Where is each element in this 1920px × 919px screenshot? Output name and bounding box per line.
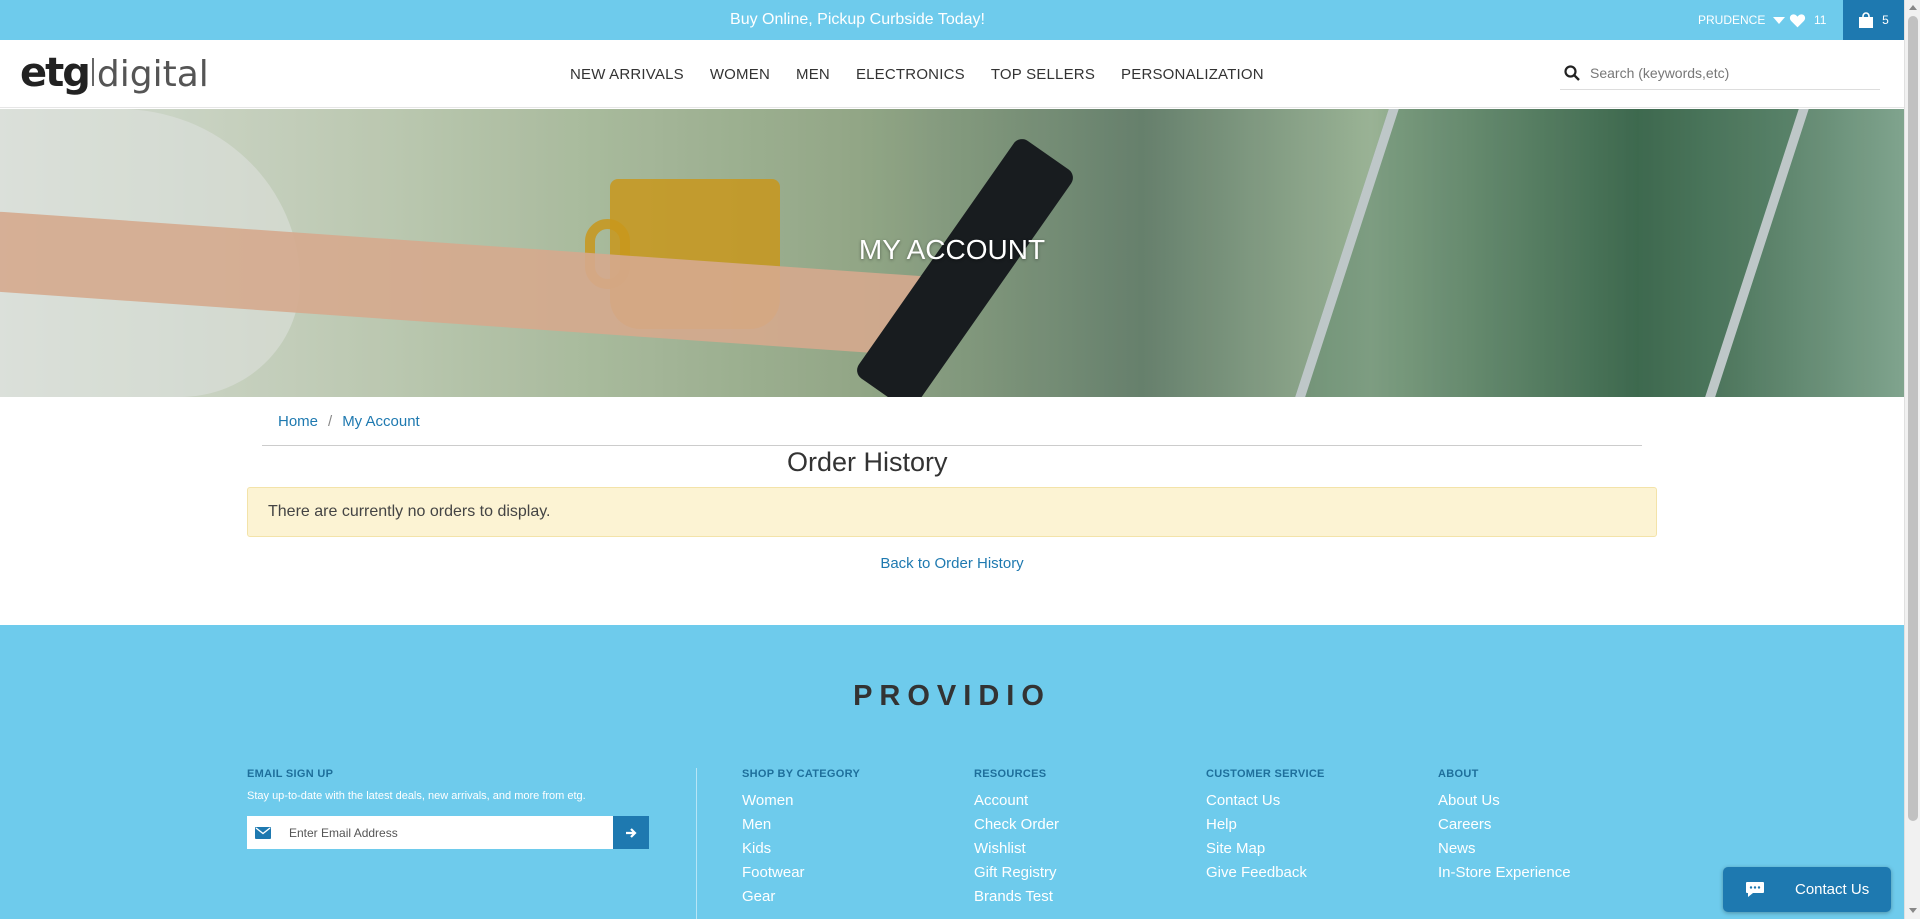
back-to-order-history-link[interactable]: Back to Order History [880, 555, 1023, 572]
footer-link-check-order[interactable]: Check Order [974, 813, 1059, 837]
footer-brand: PROVIDIO [853, 680, 1051, 712]
main-nav: NEW ARRIVALS WOMEN MEN ELECTRONICS TOP S… [570, 40, 1264, 108]
footer-link-footwear[interactable]: Footwear [742, 861, 860, 885]
nav-women[interactable]: WOMEN [710, 66, 770, 83]
back-link-wrap: Back to Order History [0, 555, 1904, 572]
arrow-right-icon [626, 827, 637, 838]
breadcrumb-separator: / [328, 412, 333, 430]
site-footer: PROVIDIO EMAIL SIGN UP Stay up-to-date w… [0, 625, 1904, 919]
footer-link-gift-registry[interactable]: Gift Registry [974, 861, 1059, 885]
email-input[interactable] [279, 816, 613, 849]
site-header: etg digital NEW ARRIVALS WOMEN MEN ELECT… [0, 40, 1904, 108]
email-signup-form [247, 816, 649, 849]
signup-text: Stay up-to-date with the latest deals, n… [247, 790, 586, 802]
cart-button[interactable]: 5 [1843, 0, 1904, 40]
footer-link-site-map[interactable]: Site Map [1206, 837, 1325, 861]
wishlist-count: 11 [1814, 13, 1827, 27]
footer-link-about-us[interactable]: About Us [1438, 789, 1571, 813]
nav-top-sellers[interactable]: TOP SELLERS [991, 66, 1095, 83]
footer-link-account[interactable]: Account [974, 789, 1059, 813]
footer-link-careers[interactable]: Careers [1438, 813, 1571, 837]
promo-bar: Buy Online, Pickup Curbside Today! PRUDE… [0, 0, 1904, 40]
search-input[interactable] [1590, 64, 1870, 81]
footer-link-help[interactable]: Help [1206, 813, 1325, 837]
footer-link-kids[interactable]: Kids [742, 837, 860, 861]
footer-link-brands-test[interactable]: Brands Test [974, 885, 1059, 909]
nav-electronics[interactable]: ELECTRONICS [856, 66, 965, 83]
envelope-icon [247, 816, 279, 849]
heart-icon [1789, 13, 1806, 27]
wishlist-link[interactable]: 11 [1789, 0, 1826, 40]
footer-link-contact-us[interactable]: Contact Us [1206, 789, 1325, 813]
scrollbar-thumb[interactable] [1908, 16, 1918, 821]
email-signup: EMAIL SIGN UP Stay up-to-date with the l… [247, 768, 697, 849]
search-box [1560, 56, 1880, 90]
breadcrumb-my-account[interactable]: My Account [342, 413, 420, 430]
alert-text: There are currently no orders to display… [268, 503, 551, 520]
chat-bubble-icon [1746, 882, 1764, 897]
nav-personalization[interactable]: PERSONALIZATION [1121, 66, 1264, 83]
footer-col-shop-by-category: SHOP BY CATEGORY Women Men Kids Footwear… [742, 768, 860, 909]
page-scrollbar[interactable] [1904, 0, 1920, 919]
footer-divider [696, 768, 697, 919]
logo-secondary: digital [96, 54, 209, 95]
site-logo[interactable]: etg digital [20, 50, 209, 96]
footer-col-customer-service: CUSTOMER SERVICE Contact Us Help Site Ma… [1206, 768, 1325, 885]
breadcrumb: Home / My Account [262, 397, 1642, 446]
footer-link-men[interactable]: Men [742, 813, 860, 837]
cart-count: 5 [1882, 13, 1889, 27]
footer-col-heading: SHOP BY CATEGORY [742, 768, 861, 780]
account-menu[interactable]: PRUDENCE [1698, 0, 1786, 40]
scroll-up-arrow-icon[interactable] [1909, 5, 1917, 10]
shopping-bag-icon [1859, 11, 1874, 28]
footer-link-women[interactable]: Women [742, 789, 860, 813]
nav-men[interactable]: MEN [796, 66, 830, 83]
footer-col-heading: ABOUT [1438, 768, 1479, 780]
footer-link-wishlist[interactable]: Wishlist [974, 837, 1059, 861]
footer-col-heading: CUSTOMER SERVICE [1206, 768, 1325, 780]
footer-link-in-store-experience[interactable]: In-Store Experience [1438, 861, 1571, 885]
footer-col-heading: RESOURCES [974, 768, 1047, 780]
footer-link-give-feedback[interactable]: Give Feedback [1206, 861, 1325, 885]
page-title: Order History [787, 447, 948, 477]
account-name: PRUDENCE [1698, 13, 1766, 27]
hero-banner: MY ACCOUNT [0, 109, 1904, 397]
nav-new-arrivals[interactable]: NEW ARRIVALS [570, 66, 684, 83]
logo-divider [91, 58, 94, 86]
search-icon[interactable] [1564, 64, 1580, 81]
footer-col-about: ABOUT About Us Careers News In-Store Exp… [1438, 768, 1571, 885]
footer-link-gear[interactable]: Gear [742, 885, 860, 909]
footer-link-news[interactable]: News [1438, 837, 1571, 861]
chat-label: Contact Us [1795, 881, 1870, 898]
email-submit-button[interactable] [613, 816, 649, 849]
breadcrumb-home[interactable]: Home [278, 413, 318, 430]
logo-primary: etg [20, 50, 91, 96]
promo-text: Buy Online, Pickup Curbside Today! [730, 11, 985, 28]
footer-col-resources: RESOURCES Account Check Order Wishlist G… [974, 768, 1059, 909]
no-orders-alert: There are currently no orders to display… [247, 487, 1657, 537]
signup-heading: EMAIL SIGN UP [247, 768, 334, 780]
contact-us-chat-button[interactable]: Contact Us [1723, 867, 1891, 912]
scroll-down-arrow-icon[interactable] [1909, 908, 1917, 913]
hero-title: MY ACCOUNT [858, 234, 1046, 265]
caret-down-icon [1773, 16, 1786, 24]
